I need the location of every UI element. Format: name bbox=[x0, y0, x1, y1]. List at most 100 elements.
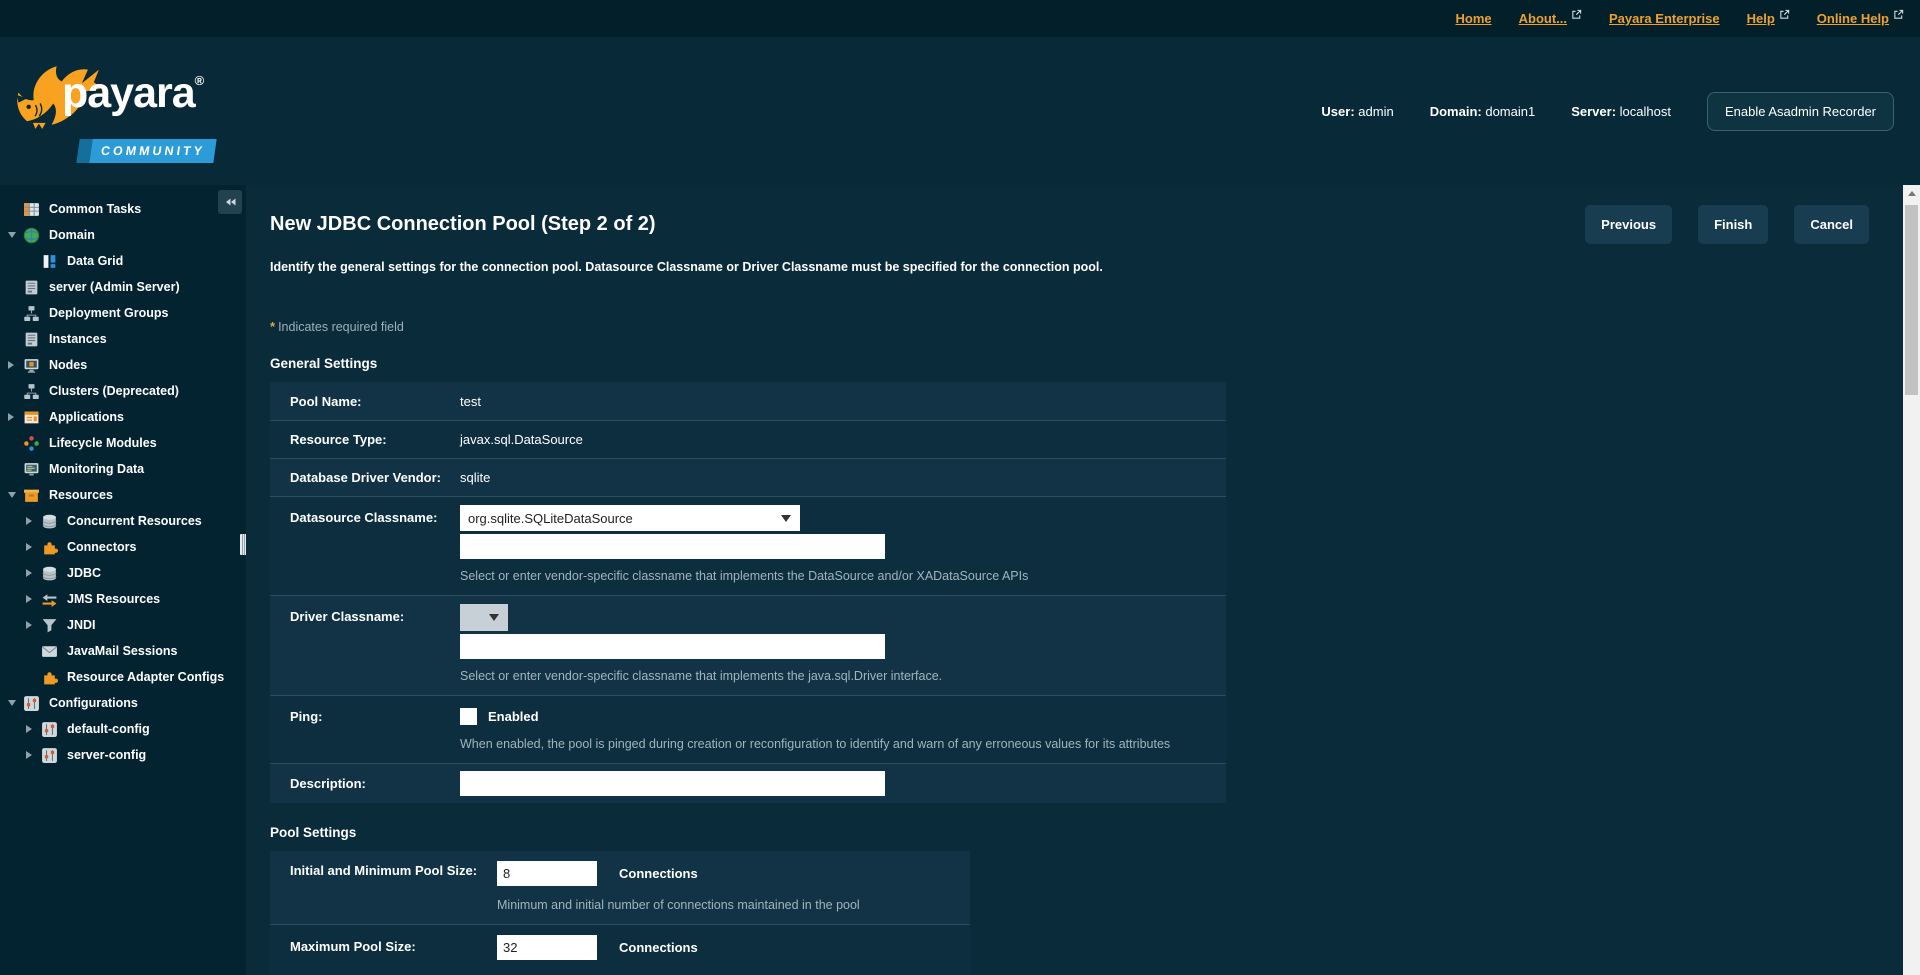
selected-option: org.sqlite.SQLiteDataSource bbox=[460, 511, 772, 526]
sidebar-item-server-config[interactable]: server-config bbox=[0, 742, 246, 768]
initial-pool-size-input[interactable] bbox=[497, 861, 597, 886]
connector-puzzle-icon bbox=[41, 669, 58, 686]
main-scrollbar[interactable] bbox=[1903, 185, 1920, 975]
sidebar-item-concurrent-resources[interactable]: Concurrent Resources bbox=[0, 508, 246, 534]
chevron-right-icon[interactable] bbox=[26, 517, 39, 525]
chevron-right-icon[interactable] bbox=[26, 569, 39, 577]
driver-classname-input[interactable] bbox=[460, 634, 885, 659]
brand-text: payara bbox=[62, 69, 195, 117]
row-ping: Ping: Enabled When enabled, the pool is … bbox=[270, 695, 1226, 763]
sidebar-item-default-config[interactable]: default-config bbox=[0, 716, 246, 742]
sidebar-item-deployment-groups[interactable]: Deployment Groups bbox=[0, 300, 246, 326]
topbar-link-payara-enterprise[interactable]: Payara Enterprise bbox=[1609, 11, 1720, 26]
sidebar-item-javamail-sessions[interactable]: JavaMail Sessions bbox=[0, 638, 246, 664]
scrollbar-up-arrow-icon bbox=[1908, 191, 1916, 196]
deployment-groups-icon bbox=[23, 305, 40, 322]
enable-asadmin-recorder-button[interactable]: Enable Asadmin Recorder bbox=[1707, 92, 1894, 131]
finish-button[interactable]: Finish bbox=[1698, 205, 1768, 244]
sidebar-collapse-button[interactable] bbox=[218, 190, 242, 214]
sidebar-item-server-admin-server[interactable]: server (Admin Server) bbox=[0, 274, 246, 300]
maximum-pool-size-unit: Connections bbox=[619, 940, 698, 955]
sidebar-item-applications[interactable]: Applications bbox=[0, 404, 246, 430]
row-database-driver-vendor: Database Driver Vendor: sqlite bbox=[270, 458, 1226, 496]
row-description: Description: bbox=[270, 763, 1226, 803]
datasource-classname-select[interactable]: org.sqlite.SQLiteDataSource bbox=[460, 505, 800, 531]
server-label: Server: bbox=[1571, 104, 1616, 119]
sidebar-item-data-grid[interactable]: Data Grid bbox=[0, 248, 246, 274]
sidebar-item-configurations[interactable]: Configurations bbox=[0, 690, 246, 716]
instances-icon bbox=[23, 331, 40, 348]
ping-enabled-checkbox[interactable] bbox=[460, 708, 477, 725]
sidebar-item-clusters-deprecated[interactable]: Clusters (Deprecated) bbox=[0, 378, 246, 404]
mail-icon bbox=[41, 643, 58, 660]
scrollbar-up-button[interactable] bbox=[1903, 185, 1920, 201]
topbar-link-label: Help bbox=[1747, 11, 1775, 26]
ping-label: Ping: bbox=[270, 696, 460, 763]
sidebar-item-jms-resources[interactable]: JMS Resources bbox=[0, 586, 246, 612]
topbar-link-about[interactable]: About... bbox=[1519, 11, 1582, 26]
datasource-classname-input[interactable] bbox=[460, 534, 885, 559]
sidebar-item-nodes[interactable]: Nodes bbox=[0, 352, 246, 378]
main-content: New JDBC Connection Pool (Step 2 of 2) P… bbox=[246, 185, 1903, 975]
chevron-down-icon[interactable] bbox=[8, 232, 21, 238]
resources-box-icon bbox=[23, 487, 40, 504]
topbar-link-help[interactable]: Help bbox=[1747, 11, 1790, 26]
sidebar-item-label: Domain bbox=[49, 228, 95, 242]
sidebar-item-lifecycle-modules[interactable]: Lifecycle Modules bbox=[0, 430, 246, 456]
previous-button[interactable]: Previous bbox=[1585, 205, 1672, 244]
sidebar-item-label: Deployment Groups bbox=[49, 306, 168, 320]
chevron-down-icon[interactable] bbox=[8, 700, 21, 706]
user-info: User: admin bbox=[1321, 104, 1393, 119]
driver-classname-select[interactable] bbox=[460, 604, 508, 631]
nodes-icon bbox=[23, 357, 40, 374]
initial-pool-size-field: Connections Minimum and initial number o… bbox=[497, 851, 860, 924]
initial-pool-size-label: Initial and Minimum Pool Size: bbox=[270, 851, 497, 924]
lifecycle-icon bbox=[23, 435, 40, 452]
pool-settings-heading: Pool Settings bbox=[270, 825, 1903, 840]
chevron-right-icon[interactable] bbox=[26, 543, 39, 551]
sidebar-item-resource-adapter-configs[interactable]: Resource Adapter Configs bbox=[0, 664, 246, 690]
content-header: New JDBC Connection Pool (Step 2 of 2) P… bbox=[246, 185, 1903, 244]
cancel-button[interactable]: Cancel bbox=[1794, 205, 1869, 244]
chevron-down-icon[interactable] bbox=[8, 492, 21, 498]
common-tasks-icon bbox=[23, 201, 40, 218]
sidebar-item-instances[interactable]: Instances bbox=[0, 326, 246, 352]
row-maximum-pool-size: Maximum Pool Size: Connections bbox=[270, 924, 970, 975]
topbar-link-home[interactable]: Home bbox=[1456, 11, 1492, 26]
sidebar-item-label: server (Admin Server) bbox=[49, 280, 180, 294]
row-pool-name: Pool Name: test bbox=[270, 382, 1226, 420]
sidebar-item-monitoring-data[interactable]: Monitoring Data bbox=[0, 456, 246, 482]
chevron-right-icon[interactable] bbox=[26, 751, 39, 759]
chevron-right-icon[interactable] bbox=[8, 413, 21, 421]
chevron-right-icon[interactable] bbox=[26, 725, 39, 733]
server-value: localhost bbox=[1620, 104, 1671, 119]
topbar-link-online-help[interactable]: Online Help bbox=[1817, 11, 1904, 26]
sidebar-item-jdbc[interactable]: JDBC bbox=[0, 560, 246, 586]
sidebar-item-label: Connectors bbox=[67, 540, 136, 554]
general-settings-table: Pool Name: test Resource Type: javax.sql… bbox=[270, 382, 1226, 803]
database-icon bbox=[41, 513, 58, 530]
sidebar-item-label: JNDI bbox=[67, 618, 95, 632]
sidebar-item-label: Common Tasks bbox=[49, 202, 141, 216]
user-label: User: bbox=[1321, 104, 1354, 119]
domain-label: Domain: bbox=[1430, 104, 1482, 119]
sidebar-item-connectors[interactable]: Connectors bbox=[0, 534, 246, 560]
description-label: Description: bbox=[270, 776, 460, 791]
session-info: User: admin Domain: domain1 Server: loca… bbox=[1321, 92, 1894, 131]
chevron-right-icon[interactable] bbox=[8, 361, 21, 369]
chevron-right-icon[interactable] bbox=[26, 595, 39, 603]
sidebar-item-label: Nodes bbox=[49, 358, 87, 372]
server-info: Server: localhost bbox=[1571, 104, 1671, 119]
topbar-link-label: About... bbox=[1519, 11, 1567, 26]
resource-type-label: Resource Type: bbox=[270, 432, 460, 447]
sidebar-item-common-tasks[interactable]: Common Tasks bbox=[0, 196, 246, 222]
sidebar-item-jndi[interactable]: JNDI bbox=[0, 612, 246, 638]
sidebar-item-resources[interactable]: Resources bbox=[0, 482, 246, 508]
maximum-pool-size-input[interactable] bbox=[497, 935, 597, 960]
sidebar-item-domain[interactable]: Domain bbox=[0, 222, 246, 248]
scrollbar-thumb[interactable] bbox=[1905, 205, 1918, 395]
sidebar-item-label: Configurations bbox=[49, 696, 138, 710]
description-input[interactable] bbox=[460, 771, 885, 796]
chevron-right-icon[interactable] bbox=[26, 621, 39, 629]
datasource-classname-field: org.sqlite.SQLiteDataSource Select or en… bbox=[460, 497, 1028, 595]
